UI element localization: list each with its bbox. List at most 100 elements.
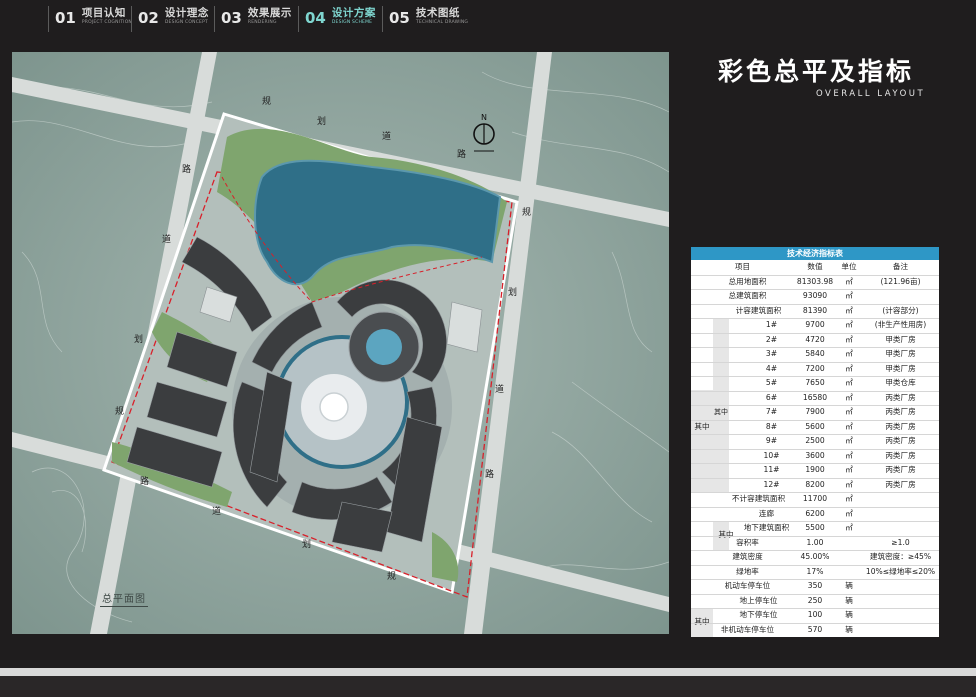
nav-item-technical-drawing[interactable]: 05 技术图纸 TECHNICAL DRAWING [382, 6, 468, 32]
nav-item-design-concept[interactable]: 02 设计理念 DESIGN CONCEPT [131, 6, 209, 32]
cell-unit: ㎡ [845, 392, 853, 402]
site-plan-image: N 规 划 道 路 规 划 道 路 规 划 道 路 规 划 道 路 总平面图 [12, 52, 669, 634]
cell-value: 350 [807, 581, 823, 590]
cell-note: ≥1.0 [891, 537, 910, 547]
cell-unit: ㎡ [845, 421, 853, 431]
cell-value: 1.00 [806, 537, 824, 547]
nav-label: 技术图纸 [415, 7, 460, 19]
cell-note: 甲类厂房 [885, 349, 916, 358]
table-body: 项目 数值 单位 备注 其中 其中 其中 其中 总用地面积 81303.98 ㎡ (1… [691, 260, 939, 637]
cell-value: 7900 [805, 407, 825, 416]
nav-item-design-scheme[interactable]: 04 设计方案 DESIGN SCHEME [298, 6, 376, 32]
cell-note: 10%≤绿地率≤20% [865, 566, 936, 576]
nav-number: 05 [389, 9, 410, 27]
cell-unit [836, 565, 862, 580]
nav-label: 效果展示 [247, 7, 292, 19]
road-label: 规 [387, 571, 396, 582]
nav-item-rendering[interactable]: 03 效果展示 RENDERING [214, 6, 292, 32]
nav-label: 设计方案 [331, 7, 376, 19]
footer-bar [0, 668, 976, 676]
cell-value: 1900 [805, 465, 825, 474]
cell-note: 甲类厂房 [885, 334, 916, 344]
cell-unit: ㎡ [845, 465, 853, 474]
cell-note: (计容部分) [882, 305, 919, 315]
cell-item: 容积率 [736, 537, 759, 547]
cell-note [862, 579, 939, 594]
nav-sublabel: DESIGN CONCEPT [164, 20, 208, 25]
cell-unit: ㎡ [845, 494, 853, 503]
cell-unit: ㎡ [845, 291, 853, 300]
cell-item: 总建筑面积 [728, 291, 767, 300]
road-label: 路 [182, 163, 191, 175]
page-title: 彩色总平及指标 [718, 57, 915, 86]
road-label: 道 [162, 233, 171, 245]
nav-item-project-cognition[interactable]: 01 项目认知 PROJECT COGNITION [48, 6, 132, 32]
cell-value: 4720 [805, 334, 825, 344]
cell-note: 丙类厂房 [885, 407, 916, 416]
cell-value: 17% [806, 566, 824, 576]
cell-item: 地下停车位 [739, 610, 778, 619]
cell-unit [836, 536, 862, 551]
road-label: 规 [115, 406, 124, 417]
nav-sublabel: RENDERING [247, 20, 277, 25]
cell-value: 8200 [805, 479, 825, 489]
road-label: 路 [485, 468, 494, 480]
subgroup-label: 其中 [714, 408, 728, 416]
cell-unit: ㎡ [845, 363, 853, 373]
cell-item: 绿地率 [736, 566, 759, 576]
site-plan-drawing: N 规 划 道 路 规 划 道 路 规 划 道 路 规 划 道 路 [12, 52, 669, 634]
cell-note [862, 492, 939, 507]
cell-value: 2500 [805, 436, 825, 445]
cell-unit: ㎡ [845, 436, 853, 445]
cell-value: 5840 [805, 349, 825, 358]
cell-unit: 辆 [845, 610, 853, 619]
nav-label: 项目认知 [81, 7, 126, 19]
cell-value: 9700 [805, 320, 825, 329]
cell-note: (非生产性用房) [874, 320, 927, 329]
column-header-unit: 单位 [841, 262, 857, 271]
cell-note: 丙类厂房 [885, 465, 916, 474]
cell-note: 丙类厂房 [885, 436, 916, 445]
cell-item: 总用地面积 [728, 276, 767, 286]
top-navigation: 01 项目认知 PROJECT COGNITION 02 设计理念 DESIGN… [0, 0, 976, 40]
cell-note [862, 608, 939, 623]
cell-note: 甲类仓库 [885, 378, 916, 387]
cell-value: 81303.98 [796, 276, 834, 286]
page-subtitle: OVERALL LAYOUT [816, 89, 926, 99]
road-label: 规 [522, 207, 531, 218]
cell-value: 5600 [805, 421, 825, 431]
nav-sublabel: TECHNICAL DRAWING [415, 20, 469, 25]
cell-unit: ㎡ [845, 523, 853, 532]
nav-label: 设计理念 [164, 7, 209, 19]
footer-bottom [0, 676, 976, 697]
road-label: 划 [302, 538, 311, 550]
cell-item: 计容建筑面积 [735, 305, 782, 315]
road-label: 划 [317, 115, 326, 127]
indicator-table: 技术经济指标表 项目 数值 单位 备注 其中 其中 其中 其中 总用地面积 813… [691, 247, 939, 637]
cell-item: 机动车停车位 [724, 581, 771, 590]
cell-item: 地下建筑面积 [743, 523, 790, 532]
road-label: 道 [212, 505, 221, 517]
cell-note: 丙类厂房 [885, 421, 916, 431]
cell-value: 45.00% [800, 552, 830, 561]
cell-note [862, 594, 939, 609]
nav-number: 04 [305, 9, 326, 27]
road-label: 划 [134, 333, 143, 345]
road-label: 划 [508, 286, 517, 298]
nav-number: 01 [55, 9, 76, 27]
cell-unit: ㎡ [845, 349, 853, 358]
nav-number: 03 [221, 9, 242, 27]
cell-item: 连廊 [758, 508, 775, 518]
cell-unit: ㎡ [845, 334, 853, 344]
nav-sublabel: PROJECT COGNITION [81, 20, 132, 25]
cell-note [862, 507, 939, 522]
cell-unit: ㎡ [845, 450, 853, 460]
road-label: 道 [495, 383, 504, 395]
plan-caption: 总平面图 [100, 590, 148, 607]
cell-note [862, 289, 939, 304]
cell-item: 地上停车位 [739, 595, 778, 605]
cell-unit [836, 550, 862, 565]
cell-value: 7200 [805, 363, 825, 373]
column-header-note: 备注 [892, 262, 909, 271]
cell-value: 16580 [802, 392, 828, 402]
